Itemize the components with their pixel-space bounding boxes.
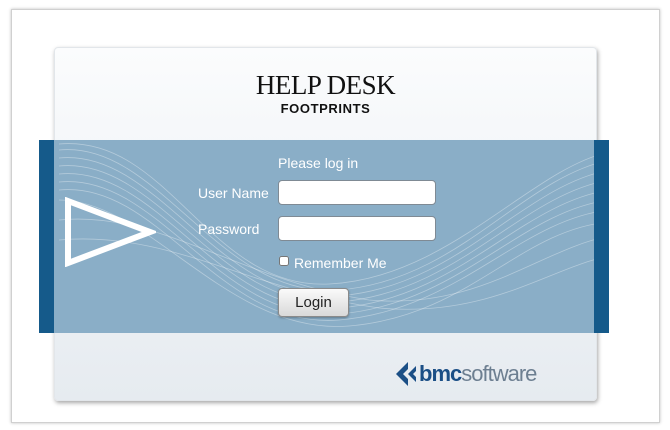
play-triangle-icon — [65, 197, 156, 267]
password-input[interactable] — [278, 216, 436, 241]
vendor-wordmark-light: software — [461, 361, 537, 386]
remember-me-label[interactable]: Remember Me — [294, 255, 387, 271]
remember-me-checkbox[interactable] — [279, 256, 289, 266]
password-label: Password — [198, 221, 260, 237]
vendor-logo: bmcsoftware — [395, 359, 537, 389]
login-button[interactable]: Login — [278, 288, 349, 317]
brand-subtitle: FOOTPRINTS — [280, 101, 371, 116]
vendor-wordmark-bold: bmc — [419, 361, 462, 386]
bmc-chevron-icon — [396, 362, 416, 386]
login-prompt: Please log in — [278, 155, 359, 171]
username-label: User Name — [198, 185, 269, 201]
vendor-wordmark: bmcsoftware — [419, 359, 537, 389]
band-edge-right — [594, 140, 609, 333]
username-input[interactable] — [278, 180, 436, 205]
brand-title: HELP DESK — [255, 70, 396, 100]
band-edge-left — [39, 140, 54, 333]
